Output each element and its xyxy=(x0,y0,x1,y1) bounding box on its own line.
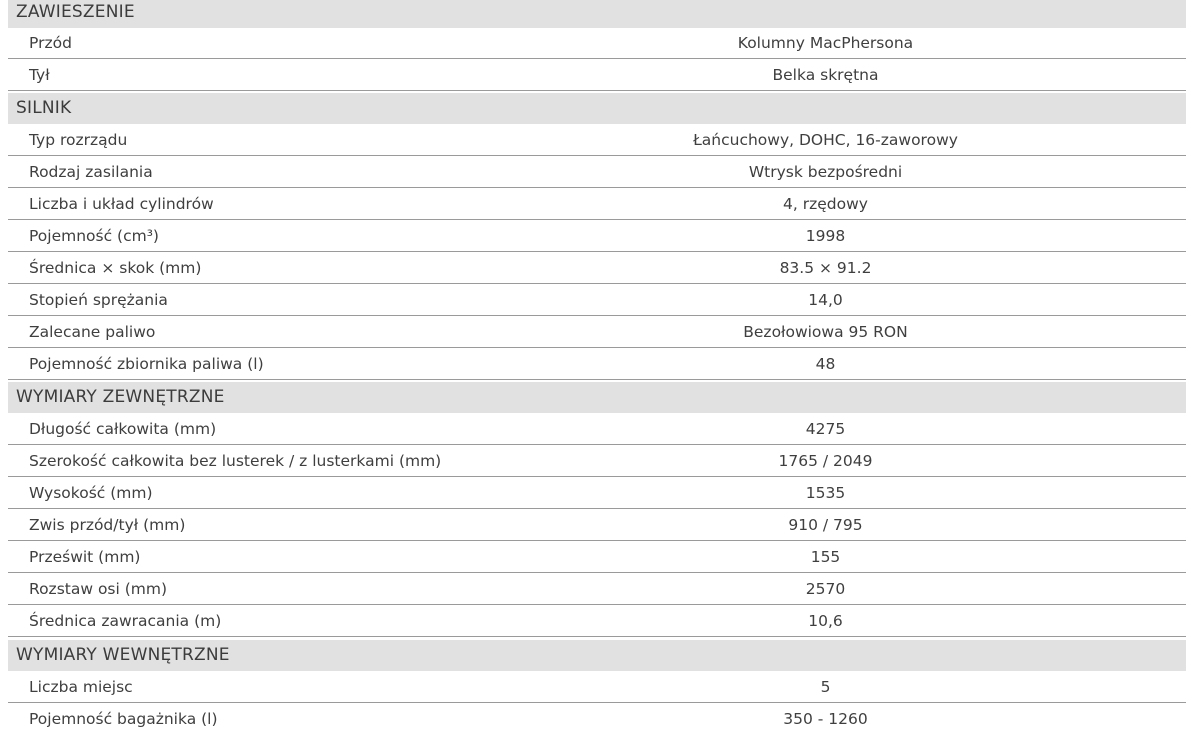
table-row: Liczba miejsc 5 xyxy=(8,672,1186,703)
section-title: WYMIARY ZEWNĘTRZNE xyxy=(16,387,225,407)
table-row: Tył Belka skrętna xyxy=(8,60,1186,91)
row-label: Liczba miejsc xyxy=(29,678,133,696)
row-label: Prześwit (mm) xyxy=(29,548,141,566)
row-label: Tył xyxy=(29,66,50,84)
row-value: 4, rzędowy xyxy=(783,195,868,213)
row-value: Łańcuchowy, DOHC, 16-zaworowy xyxy=(693,131,958,149)
row-value: 83.5 × 91.2 xyxy=(779,259,872,277)
table-row: Przód Kolumny MacPhersona xyxy=(8,28,1186,59)
row-value: 48 xyxy=(815,355,836,373)
row-label: Przód xyxy=(29,34,72,52)
row-value: 4275 xyxy=(805,420,846,438)
table-row: Pojemność (cm³) 1998 xyxy=(8,221,1186,252)
section-header-interior-dimensions: WYMIARY WEWNĘTRZNE xyxy=(8,640,1186,671)
table-row: Szerokość całkowita bez lusterek / z lus… xyxy=(8,446,1186,477)
section-title: WYMIARY WEWNĘTRZNE xyxy=(16,645,230,665)
row-value: 10,6 xyxy=(808,612,843,630)
section-title: ZAWIESZENIE xyxy=(16,2,135,22)
row-value: 1535 xyxy=(805,484,846,502)
row-value: 1765 / 2049 xyxy=(778,452,873,470)
row-label: Typ rozrządu xyxy=(29,131,128,149)
table-row: Rozstaw osi (mm) 2570 xyxy=(8,574,1186,605)
table-row: Długość całkowita (mm) 4275 xyxy=(8,414,1186,445)
table-row: Liczba i układ cylindrów 4, rzędowy xyxy=(8,189,1186,220)
table-row: Pojemność bagażnika (l) 350 - 1260 xyxy=(8,704,1186,735)
table-row: Zwis przód/tył (mm) 910 / 795 xyxy=(8,510,1186,541)
table-row: Średnica × skok (mm) 83.5 × 91.2 xyxy=(8,253,1186,284)
row-value: Wtrysk bezpośredni xyxy=(748,163,903,181)
table-row: Stopień sprężania 14,0 xyxy=(8,285,1186,316)
row-label: Liczba i układ cylindrów xyxy=(29,195,214,213)
row-label: Pojemność zbiornika paliwa (l) xyxy=(29,355,264,373)
row-value: 155 xyxy=(810,548,841,566)
row-label: Średnica zawracania (m) xyxy=(29,612,222,630)
table-row: Średnica zawracania (m) 10,6 xyxy=(8,606,1186,637)
table-row: Pojemność zbiornika paliwa (l) 48 xyxy=(8,349,1186,380)
row-value: Kolumny MacPhersona xyxy=(737,34,914,52)
table-row: Typ rozrządu Łańcuchowy, DOHC, 16-zaworo… xyxy=(8,125,1186,156)
row-label: Długość całkowita (mm) xyxy=(29,420,217,438)
row-label: Rozstaw osi (mm) xyxy=(29,580,168,598)
section-header-exterior-dimensions: WYMIARY ZEWNĘTRZNE xyxy=(8,382,1186,413)
row-label: Średnica × skok (mm) xyxy=(29,259,202,277)
section-header-suspension: ZAWIESZENIE xyxy=(8,0,1186,28)
row-value: 1998 xyxy=(805,227,846,245)
row-label: Szerokość całkowita bez lusterek / z lus… xyxy=(29,452,442,470)
row-label: Pojemność bagażnika (l) xyxy=(29,710,218,728)
row-label: Wysokość (mm) xyxy=(29,484,153,502)
row-label: Rodzaj zasilania xyxy=(29,163,153,181)
row-value: 14,0 xyxy=(808,291,843,309)
table-row: Rodzaj zasilania Wtrysk bezpośredni xyxy=(8,157,1186,188)
row-value: 2570 xyxy=(805,580,846,598)
row-label: Stopień sprężania xyxy=(29,291,168,309)
spec-table: ZAWIESZENIE Przód Kolumny MacPhersona Ty… xyxy=(0,0,1200,751)
table-row: Wysokość (mm) 1535 xyxy=(8,478,1186,509)
section-header-engine: SILNIK xyxy=(8,93,1186,124)
table-row: Zalecane paliwo Bezołowiowa 95 RON xyxy=(8,317,1186,348)
row-value: 910 / 795 xyxy=(788,516,863,534)
row-value: Belka skrętna xyxy=(772,66,879,84)
row-value: Bezołowiowa 95 RON xyxy=(743,323,908,341)
row-label: Zwis przód/tył (mm) xyxy=(29,516,186,534)
row-label: Pojemność (cm³) xyxy=(29,227,159,245)
section-title: SILNIK xyxy=(16,98,72,118)
row-value: 350 - 1260 xyxy=(783,710,868,728)
row-label: Zalecane paliwo xyxy=(29,323,156,341)
row-value: 5 xyxy=(820,678,831,696)
table-row: Prześwit (mm) 155 xyxy=(8,542,1186,573)
